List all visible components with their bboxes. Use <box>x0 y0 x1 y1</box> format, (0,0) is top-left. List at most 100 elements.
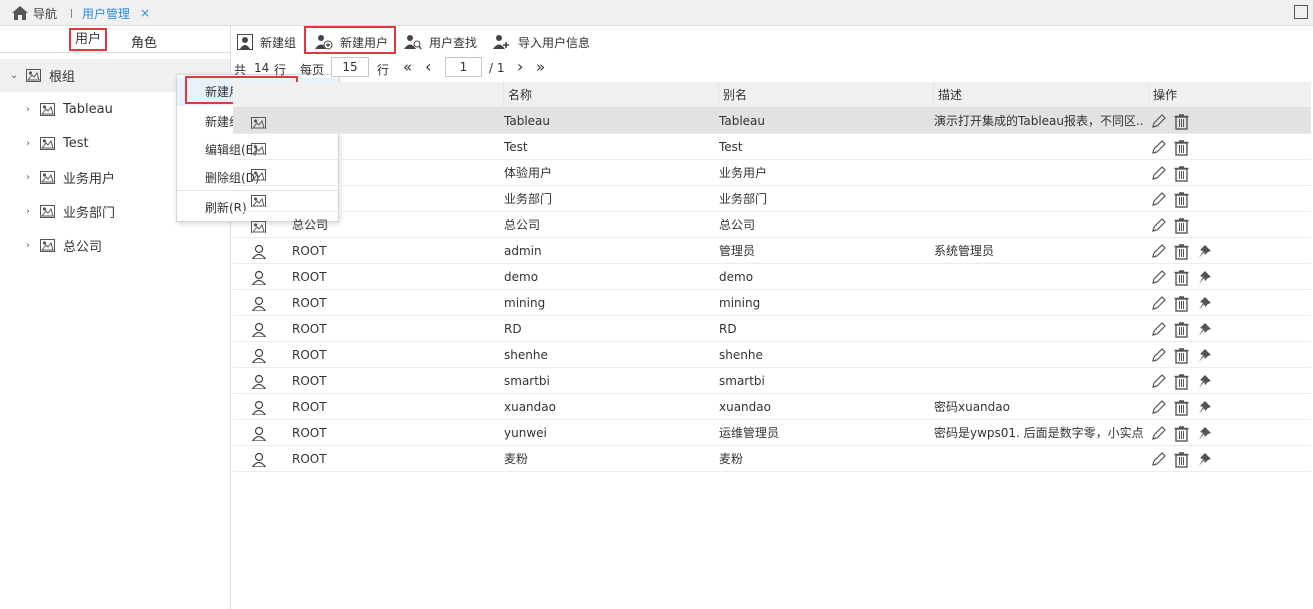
col-desc[interactable]: 描述 <box>933 82 1148 108</box>
table-row[interactable]: ROOT demo demo <box>233 264 1311 290</box>
first-page-button[interactable]: « <box>403 58 412 76</box>
next-page-button[interactable]: › <box>517 57 523 76</box>
row-actions <box>1150 164 1190 182</box>
table-row[interactable]: 业务部门 业务部门 <box>233 186 1311 212</box>
group-image-icon <box>251 221 266 233</box>
trash-icon[interactable] <box>1173 451 1190 468</box>
cell-name: 业务部门 <box>504 192 553 206</box>
table-row[interactable]: ROOT 麦粉 麦粉 <box>233 446 1311 472</box>
table-row[interactable]: ROOT mining mining <box>233 290 1311 316</box>
trash-icon[interactable] <box>1173 295 1190 312</box>
group-image-icon <box>251 117 266 129</box>
prev-page-button[interactable]: ‹ <box>425 57 431 76</box>
page-input[interactable]: 1 <box>445 57 482 77</box>
pencil-icon[interactable] <box>1150 347 1167 364</box>
find-user-label: 用户查找 <box>429 35 478 50</box>
trash-icon[interactable] <box>1173 191 1190 208</box>
cell-name: shenhe <box>504 348 548 362</box>
trash-icon[interactable] <box>1173 139 1190 156</box>
trash-icon[interactable] <box>1173 217 1190 234</box>
row-type-icon <box>251 347 267 363</box>
pencil-icon[interactable] <box>1150 269 1167 286</box>
pencil-icon[interactable] <box>1150 113 1167 130</box>
new-user-button[interactable]: 新建用户 <box>315 31 388 53</box>
table-row[interactable]: ROOT RD RD <box>233 316 1311 342</box>
pin-icon[interactable] <box>1196 373 1213 390</box>
pin-icon[interactable] <box>1196 269 1213 286</box>
chevron-right-icon[interactable]: › <box>22 240 34 251</box>
chevron-right-icon[interactable]: › <box>22 206 34 217</box>
trash-icon[interactable] <box>1173 321 1190 338</box>
nav-home[interactable]: 导航 <box>12 4 57 22</box>
tab-roles[interactable]: 角色 <box>131 32 157 51</box>
find-user-button[interactable]: 用户查找 <box>404 31 477 53</box>
group-image-icon <box>40 205 55 218</box>
chevron-right-icon[interactable]: › <box>22 104 34 115</box>
cell-desc <box>930 186 1144 212</box>
trash-icon[interactable] <box>1173 347 1190 364</box>
row-type-icon <box>251 191 267 207</box>
trash-icon[interactable] <box>1173 425 1190 442</box>
per-page-input[interactable]: 15 <box>331 57 369 77</box>
import-user-button[interactable]: 导入用户信息 <box>493 31 590 53</box>
tab-user-management[interactable]: 用户管理 × <box>82 4 150 22</box>
pin-icon[interactable] <box>1196 399 1213 416</box>
table-row[interactable]: Tableau Tableau 演示打开集成的Tableau报表，不同区... <box>233 108 1311 134</box>
trash-icon[interactable] <box>1173 399 1190 416</box>
pencil-icon[interactable] <box>1150 191 1167 208</box>
tab-users[interactable]: 用户 <box>69 28 108 51</box>
cell-alias: 运维管理员 <box>719 426 780 440</box>
table-row[interactable]: ROOT admin 管理员 系统管理员 <box>233 238 1311 264</box>
cell-desc <box>930 160 1144 186</box>
maximize-button[interactable] <box>1294 5 1308 19</box>
last-page-button[interactable]: » <box>536 58 545 76</box>
trash-icon[interactable] <box>1173 269 1190 286</box>
cell-desc: 密码xuandao <box>934 400 1010 414</box>
pencil-icon[interactable] <box>1150 139 1167 156</box>
col-name[interactable]: 名称 <box>503 82 718 108</box>
pencil-icon[interactable] <box>1150 399 1167 416</box>
row-type-icon <box>251 165 267 181</box>
pin-icon[interactable] <box>1196 451 1213 468</box>
trash-icon[interactable] <box>1173 373 1190 390</box>
pin-icon[interactable] <box>1196 347 1213 364</box>
cell-alias: Tableau <box>719 114 765 128</box>
new-group-button[interactable]: 新建组 <box>237 31 296 53</box>
table-row[interactable]: Test Test <box>233 134 1311 160</box>
trash-icon[interactable] <box>1173 243 1190 260</box>
cell-alias: 管理员 <box>719 244 756 258</box>
total-count: 14 <box>254 61 270 75</box>
row-actions <box>1150 268 1213 286</box>
pencil-icon[interactable] <box>1150 295 1167 312</box>
chevron-down-icon[interactable]: ⌄ <box>8 70 20 81</box>
pencil-icon[interactable] <box>1150 217 1167 234</box>
close-icon[interactable]: × <box>140 6 150 20</box>
pencil-icon[interactable] <box>1150 165 1167 182</box>
tree-item[interactable]: › 总公司 <box>0 229 230 262</box>
pencil-icon[interactable] <box>1150 373 1167 390</box>
col-alias[interactable]: 别名 <box>718 82 933 108</box>
table-row[interactable]: 总公司 总公司 总公司 <box>233 212 1311 238</box>
table-row[interactable]: ROOT yunwei 运维管理员 密码是ywps01. 后面是数字零，小实点 <box>233 420 1311 446</box>
pin-icon[interactable] <box>1196 321 1213 338</box>
table-row[interactable]: 体验用户 业务用户 <box>233 160 1311 186</box>
trash-icon[interactable] <box>1173 113 1190 130</box>
chevron-right-icon[interactable]: › <box>22 172 34 183</box>
pin-icon[interactable] <box>1196 243 1213 260</box>
pencil-icon[interactable] <box>1150 321 1167 338</box>
cell-parent: ROOT <box>292 296 327 310</box>
total-suffix: 行 <box>274 63 287 77</box>
cell-name: mining <box>504 296 546 310</box>
row-actions <box>1150 216 1190 234</box>
table-row[interactable]: ROOT shenhe shenhe <box>233 342 1311 368</box>
chevron-right-icon[interactable]: › <box>22 138 34 149</box>
cell-desc <box>930 134 1144 160</box>
pencil-icon[interactable] <box>1150 451 1167 468</box>
table-row[interactable]: ROOT xuandao xuandao 密码xuandao <box>233 394 1311 420</box>
pin-icon[interactable] <box>1196 295 1213 312</box>
pencil-icon[interactable] <box>1150 243 1167 260</box>
pin-icon[interactable] <box>1196 425 1213 442</box>
pencil-icon[interactable] <box>1150 425 1167 442</box>
trash-icon[interactable] <box>1173 165 1190 182</box>
table-row[interactable]: ROOT smartbi smartbi <box>233 368 1311 394</box>
